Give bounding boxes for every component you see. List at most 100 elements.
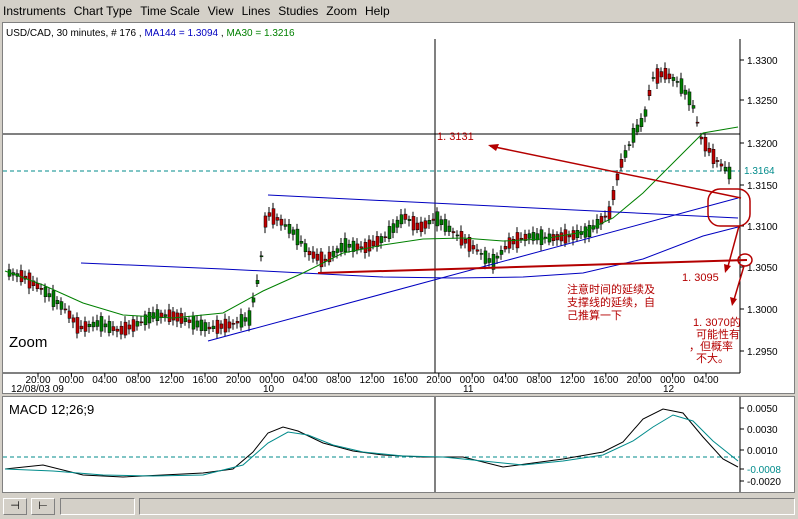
date-label: 12/08/03 09 bbox=[11, 384, 64, 393]
macd-pane[interactable]: MACD 12;26;9 0.0050 0.0030 0.0010 -0.0008 -0… bbox=[2, 396, 795, 493]
candle-body bbox=[663, 67, 668, 80]
macd-tick-label: 0.0050 bbox=[747, 404, 778, 415]
candle-body bbox=[275, 217, 280, 221]
menu-zoom[interactable]: Zoom bbox=[322, 4, 361, 18]
time-tick-label: 20:00 bbox=[226, 375, 251, 386]
candle-body bbox=[343, 238, 348, 253]
candle-body bbox=[155, 309, 160, 322]
menu-time-scale[interactable]: Time Scale bbox=[136, 4, 204, 18]
candle-body bbox=[95, 320, 100, 327]
annotation-arrow-3131 bbox=[489, 145, 742, 199]
menu-view[interactable]: View bbox=[204, 4, 238, 18]
candle-body bbox=[607, 206, 612, 220]
candle-body bbox=[407, 219, 412, 221]
macd-tick-label: 0.0010 bbox=[747, 446, 778, 457]
candle-body bbox=[415, 222, 420, 231]
candle-body bbox=[71, 317, 76, 323]
time-tick-label: 08:00 bbox=[326, 375, 351, 386]
menu-instruments[interactable]: Instruments bbox=[0, 4, 70, 18]
annotation-note: 注意时间的延续及 支撑线的延续，自 己推算一下 bbox=[567, 282, 655, 322]
candle-body bbox=[91, 321, 96, 328]
candle-body bbox=[251, 297, 256, 303]
candle-body bbox=[687, 91, 692, 106]
candle-body bbox=[271, 208, 276, 225]
date-label: 11 bbox=[463, 384, 474, 393]
svg-text:可能性有: 可能性有 bbox=[696, 327, 740, 341]
candle-body bbox=[387, 226, 392, 239]
menu-chart-type[interactable]: Chart Type bbox=[70, 4, 136, 18]
candle-body bbox=[191, 315, 196, 330]
candle-body bbox=[411, 216, 416, 231]
candle-body bbox=[419, 221, 424, 232]
candle-body bbox=[707, 148, 712, 153]
time-tick-label: 08:00 bbox=[126, 375, 151, 386]
candle-body bbox=[519, 237, 524, 240]
candle-body bbox=[651, 77, 656, 79]
candle-body bbox=[203, 322, 208, 332]
macd-chart[interactable]: MACD 12;26;9 0.0050 0.0030 0.0010 -0.0008-0… bbox=[3, 397, 794, 492]
menu-help[interactable]: Help bbox=[361, 4, 394, 18]
candle-body bbox=[35, 283, 40, 289]
candle-body bbox=[711, 149, 716, 164]
candle-body bbox=[167, 309, 172, 322]
candle-body bbox=[611, 190, 616, 200]
price-chart-pane[interactable]: USD/CAD, 30 minutes, # 176 , MA144 = 1.3… bbox=[2, 22, 795, 395]
time-tick-label: 12:00 bbox=[560, 375, 585, 386]
candle-body bbox=[243, 317, 248, 322]
candle-body bbox=[51, 290, 56, 307]
menu-studies[interactable]: Studies bbox=[274, 4, 322, 18]
candle-body bbox=[647, 90, 652, 96]
arrow-head-down-2 bbox=[730, 297, 737, 306]
date-label: 12 bbox=[663, 384, 675, 393]
candle-body bbox=[231, 323, 236, 325]
candle-body bbox=[307, 250, 312, 256]
candle-body bbox=[455, 234, 460, 237]
candle-body bbox=[499, 250, 504, 255]
candle-body bbox=[631, 128, 636, 143]
candle-body bbox=[659, 71, 664, 78]
candle-body bbox=[347, 243, 352, 248]
candle-body bbox=[399, 214, 404, 225]
candle-body bbox=[439, 219, 444, 225]
candle-body bbox=[615, 173, 620, 181]
candle-body bbox=[103, 323, 108, 328]
candle-body bbox=[339, 243, 344, 252]
candle-body bbox=[715, 160, 720, 162]
price-chart[interactable]: USD/CAD, 30 minutes, # 176 , MA144 = 1.3… bbox=[3, 23, 794, 395]
scroll-right-button[interactable]: ⊢ bbox=[31, 498, 55, 515]
trendline-support bbox=[207, 197, 739, 342]
candle-body bbox=[139, 321, 144, 324]
candle-body bbox=[255, 280, 260, 284]
candle-body bbox=[351, 240, 356, 252]
time-tick-label: 04:00 bbox=[493, 375, 518, 386]
candle-body bbox=[67, 310, 72, 319]
candle-body bbox=[727, 166, 732, 180]
scroll-left-button[interactable]: ⊣ bbox=[3, 498, 27, 515]
candle-body bbox=[567, 234, 572, 238]
candle-body bbox=[119, 325, 124, 335]
candle-body bbox=[99, 316, 104, 332]
candle-body bbox=[723, 166, 728, 172]
svg-text:支撑线的延续，自: 支撑线的延续，自 bbox=[567, 295, 655, 309]
candle-body bbox=[367, 239, 372, 252]
zoom-label: Zoom bbox=[9, 334, 47, 351]
status-field-1 bbox=[60, 498, 135, 515]
candle-body bbox=[227, 321, 232, 329]
candle-body bbox=[219, 323, 224, 329]
menu-lines[interactable]: Lines bbox=[238, 4, 275, 18]
candle-body bbox=[699, 136, 704, 140]
trendline-upper bbox=[267, 194, 739, 219]
ma144-label: MA144 = 1.3094 bbox=[144, 28, 218, 39]
candle-body bbox=[111, 326, 116, 331]
candle-body bbox=[291, 229, 296, 235]
candle-body bbox=[79, 325, 84, 330]
candle-body bbox=[471, 245, 476, 250]
time-tick-label: 12:00 bbox=[359, 375, 384, 386]
price-tick-label: 1.3100 bbox=[747, 222, 778, 233]
current-price-label: 1.3164 bbox=[744, 166, 775, 177]
candle-body bbox=[335, 248, 340, 253]
time-tick-label: 16:00 bbox=[192, 375, 217, 386]
ma30-label: MA30 = 1.3216 bbox=[226, 28, 295, 39]
candle-body bbox=[127, 324, 132, 330]
candle-body bbox=[151, 312, 156, 319]
